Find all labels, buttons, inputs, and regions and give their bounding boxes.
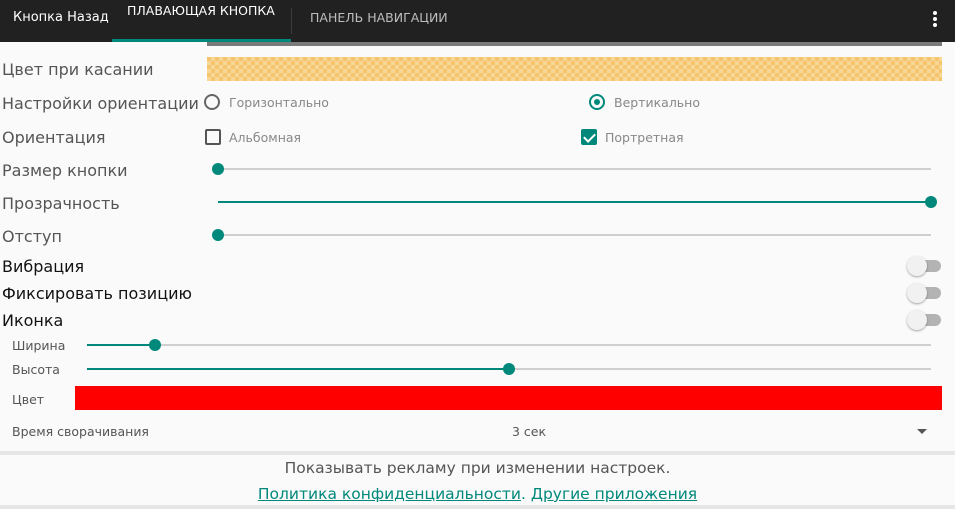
tab-divider [291, 8, 292, 34]
collapse-time-dropdown[interactable]: 3 сек [512, 424, 546, 439]
switch-thumb [907, 256, 927, 276]
checkbox-landscape[interactable] [205, 129, 221, 145]
switch-thumb [907, 283, 927, 303]
tab-floating-button-label: ПЛАВАЮЩАЯ КНОПКА [127, 3, 275, 18]
slider-thumb[interactable] [212, 229, 224, 241]
dropdown-arrow-icon[interactable] [917, 429, 927, 434]
touch-color-swatch[interactable] [207, 57, 942, 81]
checkbox-landscape-label: Альбомная [229, 130, 302, 145]
color-swatch[interactable] [75, 386, 942, 410]
orientation-settings-label: Настройки ориентации [2, 94, 199, 113]
width-label: Ширина [12, 338, 66, 353]
height-label: Высота [12, 362, 60, 377]
offset-label: Отступ [2, 227, 62, 246]
transparency-label: Прозрачность [2, 194, 120, 213]
footer-links: Политика конфиденциальности. Другие прил… [0, 485, 955, 503]
slider-fill [87, 344, 155, 346]
tab-floating-button[interactable]: ПЛАВАЮЩАЯ КНОПКА [112, 0, 291, 42]
orientation-label: Ориентация [2, 128, 106, 147]
privacy-policy-link[interactable]: Политика конфиденциальности [258, 485, 521, 503]
offset-slider[interactable] [212, 229, 931, 241]
checkbox-portrait[interactable] [581, 129, 597, 145]
radio-horizontal-label: Горизонтально [229, 95, 329, 110]
transparency-slider[interactable] [218, 196, 937, 208]
slider-thumb[interactable] [925, 196, 937, 208]
switch-thumb [907, 310, 927, 330]
slider-track [87, 344, 931, 346]
previous-color-swatch[interactable] [207, 42, 942, 46]
width-slider[interactable] [87, 339, 931, 351]
bottom-divider [0, 505, 955, 509]
height-slider[interactable] [87, 363, 931, 375]
footer-divider [0, 451, 955, 455]
link-separator: . [520, 485, 526, 503]
radio-vertical[interactable] [589, 94, 605, 110]
collapse-time-label: Время сворачивания [12, 424, 149, 439]
tab-navigation-panel[interactable]: ПАНЕЛЬ НАВИГАЦИИ [310, 10, 448, 25]
button-size-label: Размер кнопки [2, 161, 128, 180]
vibration-switch[interactable] [907, 256, 943, 276]
other-apps-link[interactable]: Другие приложения [531, 485, 697, 503]
icon-label: Иконка [2, 311, 64, 330]
vibration-label: Вибрация [2, 257, 85, 276]
slider-fill [87, 368, 509, 370]
fix-position-switch[interactable] [907, 283, 943, 303]
button-size-slider[interactable] [212, 163, 931, 175]
checkbox-portrait-label: Портретная [605, 130, 684, 145]
fix-position-label: Фиксировать позицию [2, 284, 192, 303]
radio-vertical-label: Вертикально [614, 95, 700, 110]
app-bar: Кнопка Назад ПЛАВАЮЩАЯ КНОПКА ПАНЕЛЬ НАВ… [0, 0, 955, 42]
more-vert-icon[interactable] [930, 10, 940, 30]
slider-thumb[interactable] [503, 363, 515, 375]
radio-horizontal[interactable] [204, 94, 220, 110]
slider-thumb[interactable] [148, 339, 161, 351]
slider-thumb[interactable] [212, 163, 224, 175]
icon-switch[interactable] [907, 310, 943, 330]
touch-color-label: Цвет при касании [2, 60, 154, 79]
app-title: Кнопка Назад [13, 10, 109, 25]
slider-track [218, 168, 931, 170]
ad-notice: Показывать рекламу при изменении настрое… [284, 459, 671, 477]
slider-fill [218, 201, 931, 203]
slider-track [218, 234, 931, 236]
color-label: Цвет [12, 392, 45, 407]
